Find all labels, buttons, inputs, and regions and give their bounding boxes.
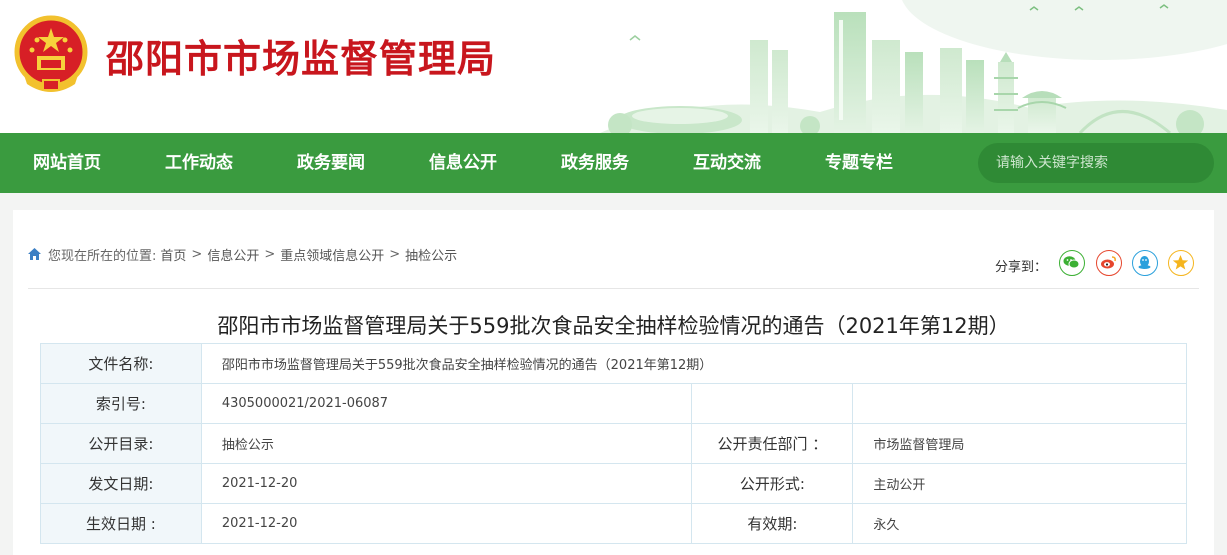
breadcrumb-home[interactable]: 首页: [160, 245, 186, 264]
empty-value-cell: [852, 383, 1187, 424]
table-row: 公开目录: 抽检公示 公开责任部门 ： 市场监督管理局: [40, 423, 1187, 464]
file-name-label: 文件名称:: [40, 343, 202, 384]
breadcrumb-info-disclosure[interactable]: 信息公开: [207, 245, 259, 264]
validity-value: 永久: [852, 503, 1187, 544]
nav-item-government-news[interactable]: 政务要闻: [297, 133, 365, 193]
index-number-value: 4305000021/2021-06087: [200, 383, 693, 424]
nav-item-info-disclosure[interactable]: 信息公开: [429, 133, 497, 193]
table-row: 文件名称: 邵阳市市场监督管理局关于559批次食品安全抽样检验情况的通告（202…: [40, 343, 1188, 384]
responsible-dept-value: 市场监督管理局: [852, 423, 1187, 464]
document-info-table: 文件名称: 邵阳市市场监督管理局关于559批次食品安全抽样检验情况的通告（202…: [40, 343, 1188, 544]
breadcrumb-separator: >: [264, 246, 276, 262]
validity-label: 有效期:: [691, 503, 854, 544]
file-name-value: 邵阳市市场监督管理局关于559批次食品安全抽样检验情况的通告（2021年第12期…: [200, 343, 1188, 384]
nav-item-special-topics[interactable]: 专题专栏: [825, 133, 893, 193]
catalog-label: 公开目录:: [40, 423, 202, 464]
table-row: 发文日期: 2021-12-20 公开形式: 主动公开: [40, 463, 1187, 504]
table-row: 索引号: 4305000021/2021-06087: [40, 383, 1187, 424]
nav-item-gov-services[interactable]: 政务服务: [561, 133, 629, 193]
issue-date-label: 发文日期:: [40, 463, 202, 504]
search-box: [978, 143, 1214, 183]
nav-item-work-news[interactable]: 工作动态: [165, 133, 233, 193]
table-row: 生效日期 : 2021-12-20 有效期: 永久: [40, 503, 1187, 544]
weibo-icon: [1101, 256, 1116, 269]
site-header: 邵阳市市场监督管理局: [0, 0, 1227, 133]
effective-date-value: 2021-12-20: [200, 503, 693, 544]
document-title: 邵阳市市场监督管理局关于559批次食品安全抽样检验情况的通告（2021年第12期…: [217, 314, 1010, 338]
home-icon: [28, 248, 41, 260]
breadcrumb-separator: >: [389, 246, 401, 262]
catalog-value: 抽检公示: [200, 423, 693, 464]
breadcrumb-key-areas[interactable]: 重点领域信息公开: [280, 245, 384, 264]
responsible-dept-label: 公开责任部门 ：: [691, 423, 854, 464]
nav-item-interaction[interactable]: 互动交流: [693, 133, 761, 193]
effective-date-label: 生效日期 :: [40, 503, 202, 544]
disclosure-form-label: 公开形式:: [691, 463, 854, 504]
empty-label-cell: [691, 383, 854, 424]
qq-icon: [1138, 256, 1151, 269]
share-wechat-button[interactable]: [1059, 250, 1085, 276]
breadcrumb-inspection[interactable]: 抽检公示: [405, 245, 457, 264]
breadcrumb-prefix: 您现在所在的位置:: [48, 248, 157, 264]
national-emblem-icon: [14, 15, 88, 92]
breadcrumb-separator: >: [191, 246, 203, 262]
issue-date-value: 2021-12-20: [200, 463, 693, 504]
search-input[interactable]: [996, 143, 1166, 183]
share-qzone-button[interactable]: [1168, 250, 1194, 276]
share-label: 分享到：: [995, 260, 1048, 275]
breadcrumb: 您现在所在的位置: 首页 > 信息公开 > 重点领域信息公开 > 抽检公示: [28, 245, 457, 264]
index-number-label: 索引号:: [40, 383, 202, 424]
main-nav: 网站首页 工作动态 政务要闻 信息公开 政务服务 互动交流 专题专栏: [0, 133, 1227, 193]
disclosure-form-value: 主动公开: [852, 463, 1187, 504]
city-skyline-illustration: [600, 0, 1227, 133]
share-weibo-button[interactable]: [1096, 250, 1122, 276]
section-divider: [28, 288, 1199, 289]
nav-item-home[interactable]: 网站首页: [33, 133, 101, 193]
qzone-icon: [1172, 255, 1189, 270]
site-title: 邵阳市市场监督管理局: [106, 37, 497, 81]
wechat-icon: [1063, 256, 1080, 269]
share-qq-button[interactable]: [1132, 250, 1158, 276]
